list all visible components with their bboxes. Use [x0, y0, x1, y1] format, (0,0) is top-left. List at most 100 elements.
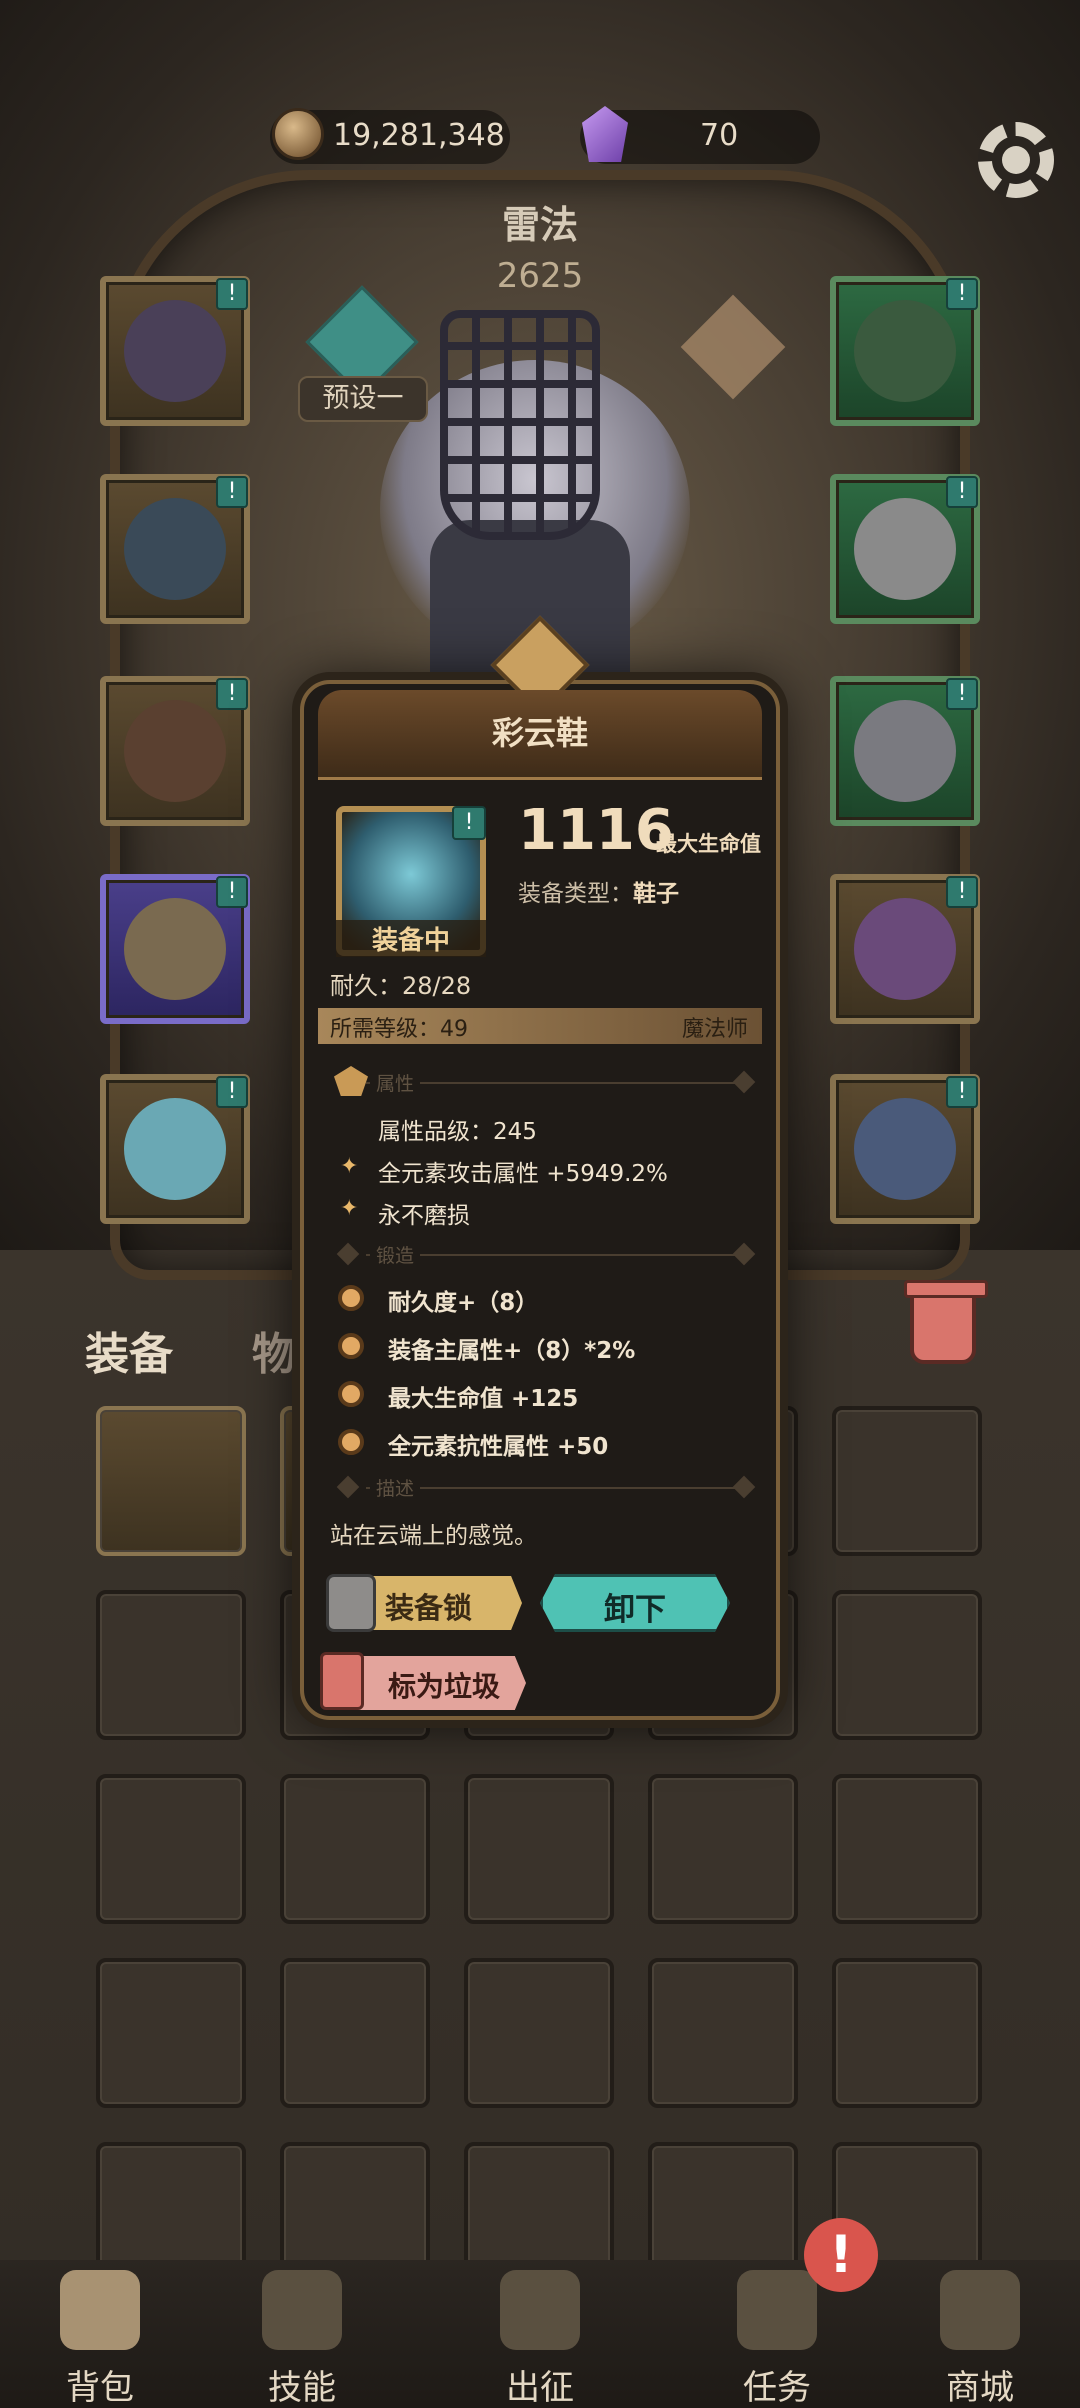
cage-helmet — [440, 310, 600, 540]
equipped-label: 装备中 — [336, 920, 486, 957]
equip-slot-necklace[interactable]: ! — [830, 276, 980, 426]
forging-line: 全元素抗性属性 +50 — [388, 1434, 609, 1460]
gold-amount: 19,281,348 — [333, 118, 505, 153]
slot-badge: ! — [946, 1076, 978, 1108]
section-label: 属性 — [370, 1069, 421, 1096]
forge-dot-icon — [338, 1429, 364, 1455]
unequip-button-label[interactable]: 卸下 — [540, 1584, 730, 1629]
cage-helmet-icon — [124, 300, 226, 402]
section-label: 锻造 — [370, 1241, 421, 1268]
nav-expedition[interactable]: 出征 — [465, 2260, 615, 2408]
section-description: 描述 — [336, 1474, 756, 1501]
inventory-cell[interactable] — [96, 1774, 246, 1924]
inventory-cell[interactable] — [96, 1958, 246, 2108]
main-stat-value: 1116 — [518, 798, 674, 863]
item-name: 彩云鞋 — [491, 714, 588, 752]
forging-line: 装备主属性+（8）*2% — [388, 1338, 636, 1364]
boots-icon — [124, 1098, 226, 1200]
character-name: 雷法 — [501, 203, 578, 247]
coin-icon — [272, 108, 324, 160]
attribute-line: 属性品级：245 — [378, 1119, 537, 1145]
pants-icon — [124, 898, 226, 1000]
ring-icon — [854, 700, 956, 802]
item-description: 站在云端上的感觉。 — [330, 1523, 537, 1549]
preset-button[interactable]: 预设一 — [298, 376, 428, 422]
inventory-cell[interactable] — [464, 1774, 614, 1924]
inventory-cell[interactable] — [832, 1406, 982, 1556]
character-power: 2625 — [496, 256, 584, 296]
forge-dot-icon — [338, 1333, 364, 1359]
backpack-icon — [60, 2270, 140, 2350]
forging-line: 耐久度+（8） — [388, 1290, 539, 1316]
staff-icon — [854, 898, 956, 1000]
expedition-icon — [500, 2270, 580, 2350]
durability: 耐久：28/28 — [330, 972, 472, 1000]
lock-button-label[interactable]: 装备锁 — [385, 1585, 472, 1627]
attribute-line: 全元素攻击属性 +5949.2% — [378, 1161, 668, 1187]
slot-badge: ! — [946, 678, 978, 710]
item-type-value: 鞋子 — [633, 881, 679, 907]
armor-icon — [124, 498, 226, 600]
skills-icon — [262, 2270, 342, 2350]
slot-badge: ! — [216, 876, 248, 908]
slot-badge: ! — [216, 278, 248, 310]
slot-badge: ! — [452, 806, 486, 840]
item-type: 装备类型：鞋子 — [518, 874, 679, 908]
tab-equipment[interactable]: 装备 — [85, 1318, 173, 1382]
trash-can-icon — [320, 1652, 364, 1710]
nav-label: 技能 — [268, 2368, 336, 2408]
necklace-icon — [854, 300, 956, 402]
equip-slot-offhand[interactable]: ! — [830, 1074, 980, 1224]
equip-slot-boots[interactable]: ! — [100, 1074, 250, 1224]
nav-label: 任务 — [743, 2368, 811, 2408]
inventory-cell[interactable] — [832, 1958, 982, 2108]
equip-slot-ring-2[interactable]: ! — [830, 676, 980, 826]
inventory-cell[interactable] — [832, 1590, 982, 1740]
required-class: 魔法师 — [681, 1017, 748, 1042]
equip-slot-helmet[interactable]: ! — [100, 276, 250, 426]
inventory-cell[interactable] — [96, 1590, 246, 1740]
main-stat-label: 最大生命值 — [656, 832, 761, 856]
nav-shop[interactable]: 商城 — [905, 2260, 1055, 2408]
nav-backpack[interactable]: 背包 — [25, 2260, 175, 2408]
inventory-cell[interactable] — [280, 1774, 430, 1924]
slot-badge: ! — [216, 678, 248, 710]
section-forging: 锻造 — [336, 1241, 756, 1268]
slot-badge: ! — [216, 1076, 248, 1108]
inventory-cell[interactable] — [96, 1406, 246, 1556]
inventory-cell[interactable] — [648, 1774, 798, 1924]
forge-dot-icon — [338, 1381, 364, 1407]
inventory-cell[interactable] — [648, 1958, 798, 2108]
equip-slot-armor[interactable]: ! — [100, 474, 250, 624]
inventory-cell[interactable] — [832, 1774, 982, 1924]
attribute-line: 永不磨损 — [378, 1203, 470, 1229]
quests-icon — [737, 2270, 817, 2350]
equip-slot-gloves[interactable]: ! — [100, 676, 250, 826]
nav-skills[interactable]: 技能 — [227, 2260, 377, 2408]
slot-badge: ! — [946, 876, 978, 908]
forge-dot-icon — [338, 1285, 364, 1311]
inventory-cell[interactable] — [464, 1958, 614, 2108]
gem-amount: 70 — [700, 118, 739, 153]
ring-icon — [854, 498, 956, 600]
sparkle-icon: ✦ — [340, 1196, 359, 1221]
equip-slot-pants[interactable]: ! — [100, 874, 250, 1024]
equip-slot-weapon[interactable]: ! — [830, 874, 980, 1024]
sparkle-icon: ✦ — [340, 1154, 359, 1179]
lock-icon — [326, 1574, 376, 1632]
quest-alert-badge: ! — [804, 2218, 878, 2292]
settings-gear-icon[interactable] — [978, 122, 1054, 198]
inventory-cell[interactable] — [280, 1958, 430, 2108]
section-attributes: 属性 — [336, 1069, 756, 1096]
nav-label: 商城 — [946, 2368, 1014, 2408]
slot-badge: ! — [946, 476, 978, 508]
required-level: 所需等级：49 — [330, 1017, 468, 1042]
shop-icon — [940, 2270, 1020, 2350]
equip-slot-ring-1[interactable]: ! — [830, 474, 980, 624]
nav-label: 背包 — [66, 2368, 134, 2408]
mark-trash-button-label[interactable]: 标为垃圾 — [388, 1665, 500, 1705]
gloves-icon — [124, 700, 226, 802]
item-type-label: 装备类型： — [518, 881, 633, 907]
spellbook-icon — [854, 1098, 956, 1200]
trash-icon[interactable] — [904, 1280, 988, 1364]
